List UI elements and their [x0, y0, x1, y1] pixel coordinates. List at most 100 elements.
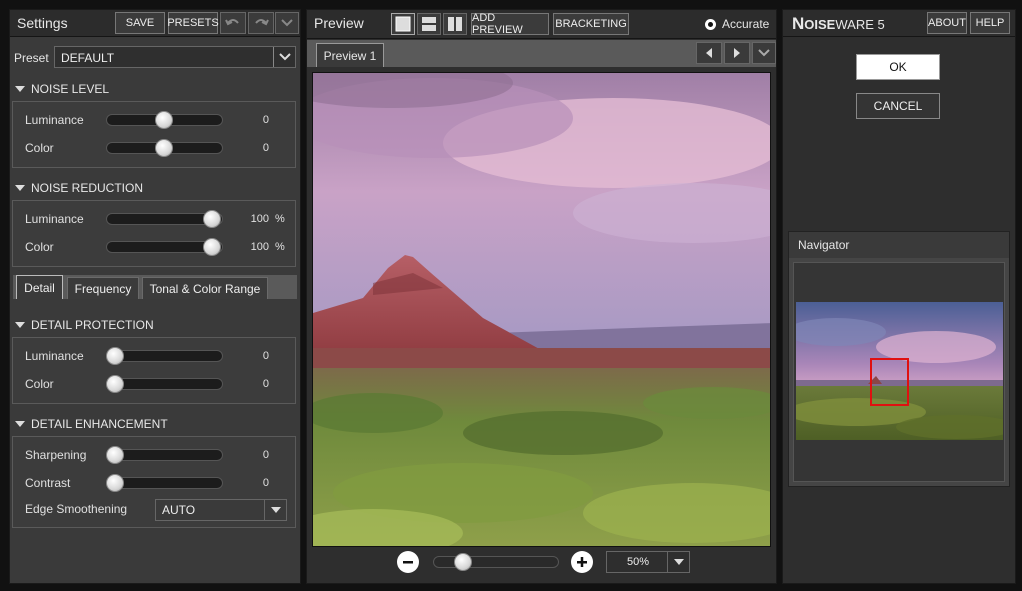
- history-dropdown-button[interactable]: [275, 12, 299, 34]
- zoom-out-button[interactable]: [397, 551, 419, 573]
- zoom-dropdown-arrow[interactable]: [667, 552, 689, 572]
- detail-enhancement-section-header[interactable]: DETAIL ENHANCEMENT: [15, 417, 168, 431]
- noise-reduction-section-header[interactable]: NOISE REDUCTION: [15, 181, 143, 195]
- navigator-frame: [793, 262, 1005, 482]
- settings-panel: Settings SAVE PRESETS Preset DEFAULT NOI…: [9, 9, 301, 584]
- preset-dropdown-arrow[interactable]: [273, 47, 295, 67]
- preview-header: Preview ADD PREVIEW BRACKETING Accurate: [307, 10, 776, 39]
- logo-ware: WARE 5: [835, 17, 885, 32]
- noise-level-title: NOISE LEVEL: [31, 82, 110, 96]
- noiseware-logo: N OISE WARE 5: [792, 14, 885, 34]
- zoom-slider[interactable]: [433, 553, 559, 571]
- noiseware-panel: N OISE WARE 5 ABOUT HELP OK CANCEL Navig…: [782, 9, 1016, 584]
- edge-smoothening-label: Edge Smoothening: [25, 502, 128, 516]
- redo-icon: [255, 19, 269, 26]
- noise-reduction-color-label: Color: [25, 240, 54, 254]
- slider-knob[interactable]: [454, 553, 473, 571]
- detail-protection-section-header[interactable]: DETAIL PROTECTION: [15, 318, 154, 332]
- slider-knob[interactable]: [203, 210, 221, 228]
- noise-reduction-luminance-label: Luminance: [25, 212, 84, 226]
- minus-icon: [403, 561, 413, 564]
- split-vertical-button[interactable]: [443, 13, 467, 35]
- help-button[interactable]: HELP: [970, 12, 1010, 34]
- accurate-label: Accurate: [722, 17, 770, 31]
- detail-protection-color-slider[interactable]: [106, 375, 223, 393]
- slider-knob[interactable]: [106, 474, 124, 492]
- triangle-down-icon: [270, 507, 281, 513]
- navigator-header: Navigator: [789, 232, 1009, 258]
- contrast-value: 0: [262, 477, 269, 489]
- noiseware-header: N OISE WARE 5 ABOUT HELP: [783, 10, 1015, 37]
- edge-smoothening-value: AUTO: [162, 503, 196, 517]
- ok-button[interactable]: OK: [856, 54, 940, 80]
- detail-enhancement-group: Sharpening 0 Contrast 0 Edge Smoothening…: [12, 436, 296, 528]
- next-preview-button[interactable]: [724, 42, 750, 64]
- slider-knob[interactable]: [154, 111, 173, 129]
- preview-image[interactable]: [312, 72, 771, 547]
- accurate-radio[interactable]: Accurate: [705, 17, 769, 31]
- triangle-down-icon: [673, 559, 684, 565]
- single-view-icon: [395, 16, 411, 32]
- slider-knob[interactable]: [154, 139, 173, 157]
- noise-reduction-color-slider[interactable]: [106, 238, 223, 256]
- settings-header: Settings SAVE PRESETS: [10, 10, 300, 37]
- noise-reduction-luminance-unit: %: [275, 213, 285, 225]
- edge-smoothening-dropdown-arrow[interactable]: [264, 500, 286, 520]
- split-horizontal-icon: [422, 17, 436, 31]
- edge-smoothening-select[interactable]: AUTO: [155, 499, 287, 521]
- detail-protection-title: DETAIL PROTECTION: [31, 318, 154, 332]
- about-button[interactable]: ABOUT: [927, 12, 967, 34]
- noise-reduction-title: NOISE REDUCTION: [31, 181, 144, 195]
- preview-list-button[interactable]: [752, 42, 776, 64]
- zoom-select[interactable]: 50%: [606, 551, 690, 573]
- zoom-value: 50%: [627, 556, 650, 568]
- slider-knob[interactable]: [106, 347, 124, 365]
- split-horizontal-button[interactable]: [417, 13, 441, 35]
- save-button[interactable]: SAVE: [115, 12, 165, 34]
- bracketing-button[interactable]: BRACKETING: [553, 13, 629, 35]
- sharpening-slider[interactable]: [106, 446, 223, 464]
- logo-oise: OISE: [804, 17, 836, 32]
- undo-button[interactable]: [220, 12, 246, 34]
- sharpening-value: 0: [262, 449, 269, 461]
- single-view-button[interactable]: [391, 13, 415, 35]
- contrast-slider[interactable]: [106, 474, 223, 492]
- radio-selected-icon: [705, 18, 716, 30]
- cancel-button[interactable]: CANCEL: [856, 93, 940, 119]
- noise-reduction-luminance-slider[interactable]: [106, 210, 223, 228]
- previous-preview-button[interactable]: [696, 42, 722, 64]
- preview-panel: Preview ADD PREVIEW BRACKETING Accurate …: [306, 9, 777, 584]
- slider-knob[interactable]: [106, 375, 124, 393]
- tab-preview-1[interactable]: Preview 1: [316, 43, 384, 67]
- collapse-triangle-icon: [15, 421, 25, 427]
- detail-protection-color-value: 0: [262, 378, 269, 390]
- noise-level-luminance-slider[interactable]: [106, 111, 223, 129]
- noise-level-section-header[interactable]: NOISE LEVEL: [15, 82, 109, 96]
- zoom-in-button[interactable]: [571, 551, 593, 573]
- settings-title: Settings: [17, 15, 68, 31]
- detail-protection-color-label: Color: [25, 377, 54, 391]
- noise-reduction-luminance-value: 100: [250, 213, 269, 225]
- detail-protection-luminance-slider[interactable]: [106, 347, 223, 365]
- preset-label: Preset: [14, 51, 49, 65]
- preview-tab-bar: Preview 1: [307, 40, 776, 67]
- tab-detail[interactable]: Detail: [16, 275, 63, 299]
- noise-level-luminance-label: Luminance: [25, 113, 84, 127]
- slider-knob[interactable]: [106, 446, 124, 464]
- redo-button[interactable]: [248, 12, 274, 34]
- chevron-right-icon: [734, 48, 740, 58]
- add-preview-button[interactable]: ADD PREVIEW: [471, 12, 549, 36]
- noise-level-color-slider[interactable]: [106, 139, 223, 157]
- contrast-label: Contrast: [25, 476, 71, 490]
- split-vertical-icon: [448, 17, 462, 31]
- navigator-photo: [796, 302, 1003, 440]
- detail-protection-group: Luminance 0 Color 0: [12, 337, 296, 404]
- tab-tonal-color-range[interactable]: Tonal & Color Range: [142, 277, 268, 299]
- slider-knob[interactable]: [203, 238, 221, 256]
- sharpening-label: Sharpening: [25, 448, 87, 462]
- presets-button[interactable]: PRESETS: [167, 12, 219, 34]
- collapse-triangle-icon: [15, 86, 25, 92]
- navigator-thumbnail[interactable]: [796, 302, 1003, 440]
- tab-frequency[interactable]: Frequency: [67, 277, 139, 299]
- preset-select[interactable]: DEFAULT: [54, 46, 296, 68]
